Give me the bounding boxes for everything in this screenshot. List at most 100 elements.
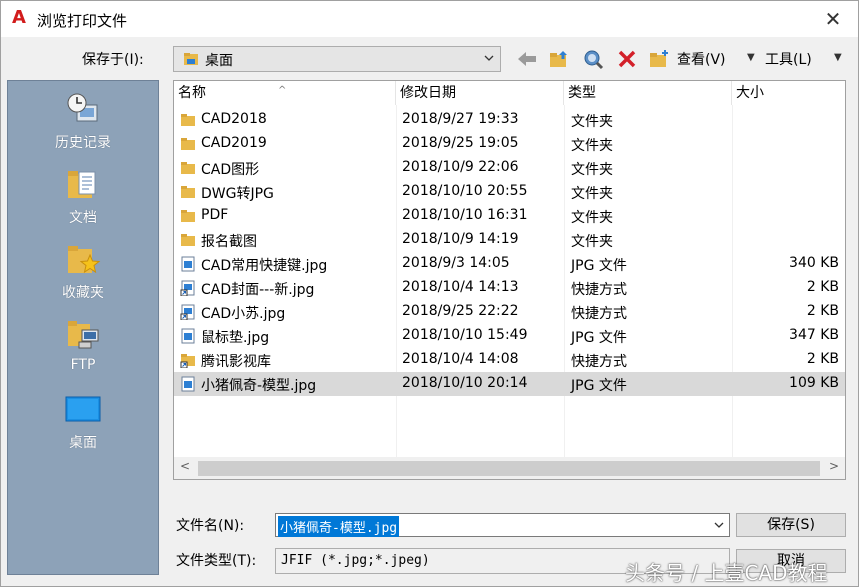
- file-type: 文件夹: [571, 114, 613, 130]
- tools-menu-label: 工具(L): [765, 52, 812, 68]
- file-row[interactable]: CAD常用快捷键.jpg 2018/9/3 14:05 JPG 文件 340 KB: [174, 252, 845, 276]
- folder-shortcut-icon: [180, 354, 195, 368]
- file-size: 347 KB: [789, 327, 839, 343]
- file-name: CAD常用快捷键.jpg: [201, 258, 328, 274]
- tools-menu[interactable]: 工具(L): [765, 46, 825, 72]
- file-name: 小猪佩奇-模型.jpg: [201, 378, 317, 394]
- file-type: 文件夹: [571, 186, 613, 202]
- column-header: 名称 ^ 修改日期 类型 大小: [174, 81, 845, 105]
- column-date-label: 修改日期: [400, 85, 456, 101]
- view-dropdown-icon[interactable]: ▼: [747, 52, 755, 63]
- scrollbar-thumb[interactable]: [198, 461, 820, 476]
- column-type[interactable]: 类型: [564, 81, 732, 105]
- place-desktop[interactable]: 桌面: [8, 385, 158, 457]
- place-history-label: 历史记录: [55, 135, 111, 151]
- filename-field[interactable]: 小猪佩奇-模型.jpg: [275, 513, 730, 537]
- chevron-down-icon: [484, 55, 494, 61]
- folder-icon: [181, 186, 195, 198]
- close-button[interactable]: ✕: [818, 5, 848, 33]
- scroll-left-icon[interactable]: <: [180, 459, 190, 473]
- search-web-button[interactable]: [579, 46, 607, 72]
- file-date: 2018/9/25 22:22: [402, 303, 519, 319]
- file-size: 2 KB: [806, 303, 839, 319]
- file-date: 2018/10/9 14:19: [402, 231, 519, 247]
- file-size: 2 KB: [806, 279, 839, 295]
- sort-ascending-icon: ^: [278, 85, 287, 96]
- chevron-down-icon[interactable]: [714, 520, 724, 530]
- file-name: CAD封面---新.jpg: [201, 282, 315, 298]
- filetype-label: 文件类型(T):: [176, 553, 257, 569]
- file-size: 109 KB: [789, 375, 839, 391]
- file-rows: CAD2018 2018/9/27 19:33 文件夹 CAD2019 2018/9/2…: [174, 108, 845, 396]
- file-row[interactable]: 小猪佩奇-模型.jpg 2018/10/10 20:14 JPG 文件 109 KB: [174, 372, 845, 396]
- file-row[interactable]: CAD2019 2018/9/25 19:05 文件夹: [174, 132, 845, 156]
- file-row[interactable]: PDF 2018/10/10 16:31 文件夹: [174, 204, 845, 228]
- image-file-icon: [181, 328, 195, 344]
- save-button[interactable]: 保存(S): [736, 513, 846, 537]
- ftp-icon: [68, 321, 99, 349]
- horizontal-scrollbar[interactable]: < >: [174, 457, 845, 479]
- delete-button[interactable]: [613, 46, 641, 72]
- back-button[interactable]: [513, 46, 541, 72]
- save-in-dropdown[interactable]: 桌面: [173, 46, 501, 72]
- view-menu[interactable]: 查看(V): [677, 46, 741, 72]
- file-row[interactable]: CAD封面---新.jpg 2018/10/4 14:13 快捷方式 2 KB: [174, 276, 845, 300]
- column-date[interactable]: 修改日期: [396, 81, 564, 105]
- file-name: PDF: [201, 207, 229, 223]
- file-size: 340 KB: [789, 255, 839, 271]
- column-name[interactable]: 名称 ^: [174, 81, 396, 105]
- file-row[interactable]: 报名截图 2018/10/9 14:19 文件夹: [174, 228, 845, 252]
- view-menu-label: 查看(V): [677, 52, 726, 68]
- folder-icon: [181, 138, 195, 150]
- file-row[interactable]: CAD图形 2018/10/9 22:06 文件夹: [174, 156, 845, 180]
- file-type: 快捷方式: [571, 282, 627, 298]
- file-list[interactable]: 名称 ^ 修改日期 类型 大小 CAD2018 2018/9/27 19:33 文件夹…: [173, 80, 846, 480]
- file-date: 2018/9/27 19:33: [402, 111, 519, 127]
- back-arrow-icon: [518, 52, 536, 66]
- folder-icon: [181, 114, 195, 126]
- file-type: 快捷方式: [571, 306, 627, 322]
- file-dialog: A 浏览打印文件 ✕ 保存于(I): 桌面 查看(V) ▼ 工具(L) ▼ 历史…: [0, 0, 859, 587]
- file-row[interactable]: CAD小苏.jpg 2018/9/25 22:22 快捷方式 2 KB: [174, 300, 845, 324]
- file-row[interactable]: CAD2018 2018/9/27 19:33 文件夹: [174, 108, 845, 132]
- file-type: JPG 文件: [571, 258, 627, 274]
- file-name: CAD图形: [201, 162, 260, 178]
- column-size[interactable]: 大小: [732, 81, 845, 105]
- file-name: DWG转JPG: [201, 186, 274, 202]
- place-favorites[interactable]: 收藏夹: [8, 235, 158, 307]
- file-name: 报名截图: [201, 234, 257, 250]
- file-date: 2018/10/10 20:55: [402, 183, 528, 199]
- file-date: 2018/10/10 20:14: [402, 375, 528, 391]
- place-documents[interactable]: 文档: [8, 160, 158, 232]
- image-file-icon: [181, 376, 195, 392]
- file-type: JPG 文件: [571, 330, 627, 346]
- file-type: 文件夹: [571, 234, 613, 250]
- place-ftp[interactable]: FTP: [8, 310, 158, 382]
- scroll-right-icon[interactable]: >: [829, 459, 839, 473]
- file-date: 2018/10/10 16:31: [402, 207, 528, 223]
- watermark: 头条号 / 上壹CAD教程: [625, 561, 828, 585]
- new-folder-icon: [650, 50, 668, 67]
- place-history[interactable]: 历史记录: [8, 85, 158, 157]
- delete-x-icon: [618, 50, 636, 68]
- tools-dropdown-icon[interactable]: ▼: [834, 52, 842, 63]
- file-type: 快捷方式: [571, 354, 627, 370]
- place-ftp-label: FTP: [70, 357, 96, 373]
- file-name: 鼠标垫.jpg: [201, 330, 270, 346]
- filename-value[interactable]: 小猪佩奇-模型.jpg: [278, 516, 400, 537]
- search-globe-icon: [584, 50, 604, 70]
- file-row[interactable]: 腾讯影视库 2018/10/4 14:08 快捷方式 2 KB: [174, 348, 845, 372]
- up-folder-button[interactable]: [545, 46, 573, 72]
- file-size: 2 KB: [806, 351, 839, 367]
- new-folder-button[interactable]: [645, 46, 673, 72]
- history-icon: [67, 93, 98, 122]
- file-row[interactable]: 鼠标垫.jpg 2018/10/10 15:49 JPG 文件 347 KB: [174, 324, 845, 348]
- image-file-icon: [181, 256, 195, 272]
- desktop-icon: [65, 396, 101, 422]
- file-type: 文件夹: [571, 138, 613, 154]
- file-row[interactable]: DWG转JPG 2018/10/10 20:55 文件夹: [174, 180, 845, 204]
- place-documents-label: 文档: [69, 210, 97, 226]
- file-date: 2018/9/25 19:05: [402, 135, 519, 151]
- favorites-icon: [68, 246, 101, 274]
- column-name-label: 名称: [178, 85, 206, 101]
